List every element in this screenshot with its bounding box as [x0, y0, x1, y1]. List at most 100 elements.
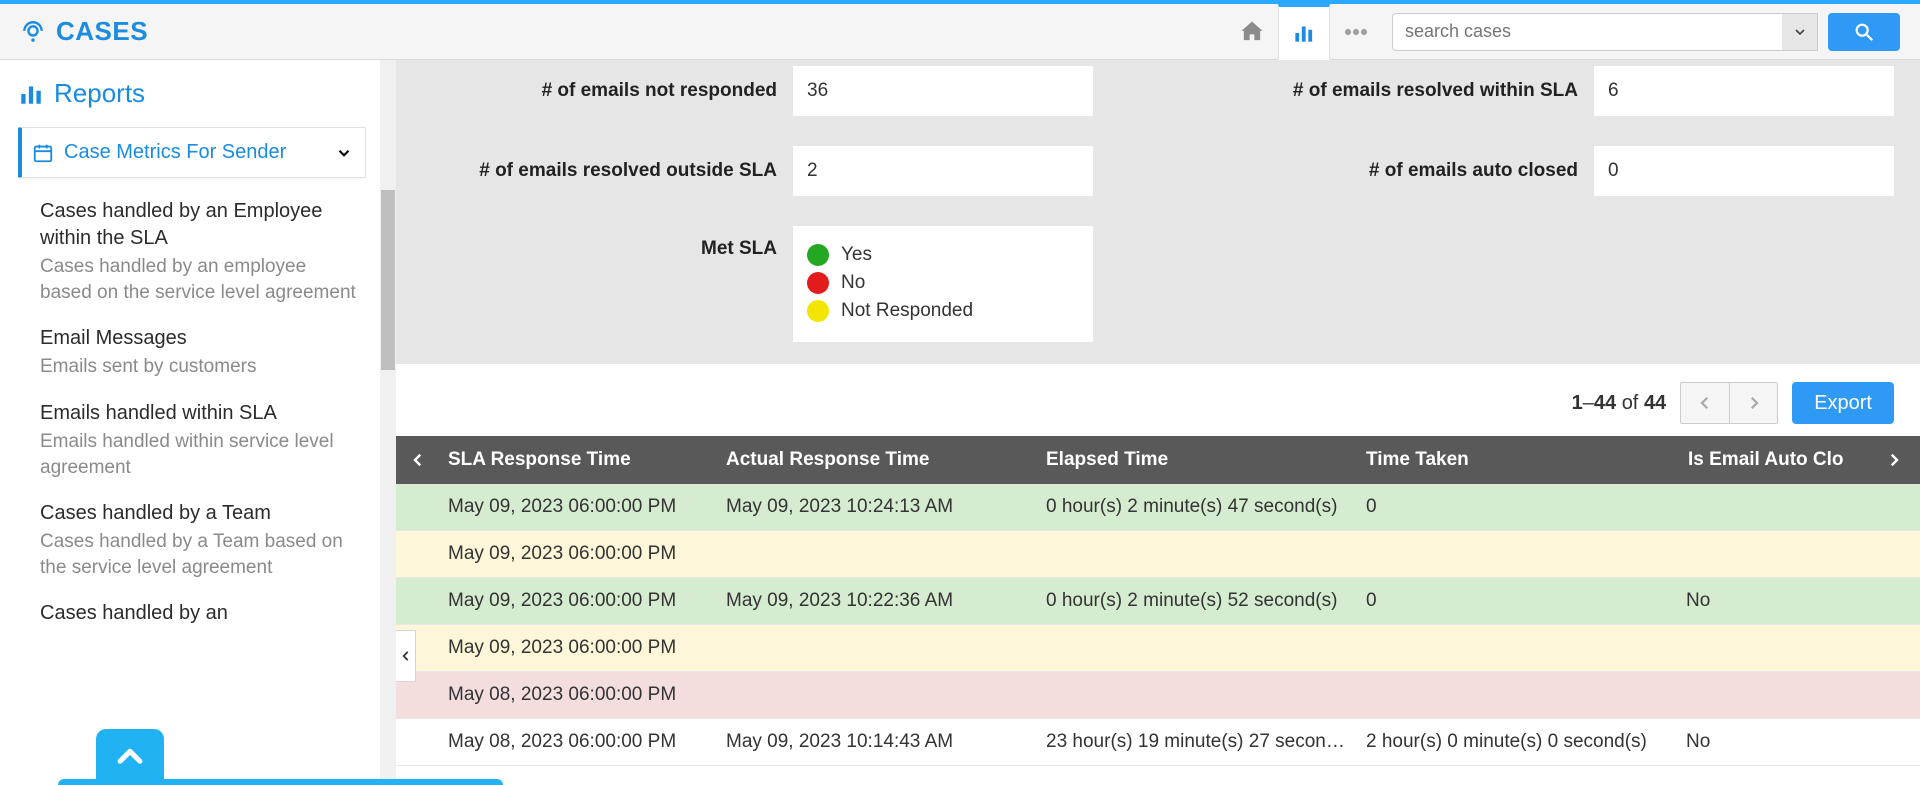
brand: CASES [20, 16, 148, 47]
cell-taken: 0 [1356, 496, 1676, 518]
sidebar-item[interactable]: Cases handled by an Employee within the … [18, 190, 366, 317]
export-button[interactable]: Export [1792, 382, 1894, 424]
cell-sla: May 09, 2023 06:00:00 PM [396, 543, 716, 565]
cell-actual: May 09, 2023 10:14:43 AM [716, 731, 1036, 753]
sidebar-item-title: Cases handled by a Team [40, 500, 362, 527]
search-scope-dropdown[interactable] [1782, 13, 1818, 51]
met-sla-legend: Yes No Not Responded [793, 226, 1093, 342]
table-scroll-right-button[interactable] [1876, 436, 1912, 484]
list-toolbar: 1–44 of 44 Export [396, 382, 1920, 436]
status-dot-icon [807, 272, 829, 294]
chevron-up-icon [113, 740, 147, 774]
home-button[interactable] [1226, 4, 1278, 60]
legend-entry: Yes [807, 244, 1079, 266]
cell-actual: May 09, 2023 10:22:36 AM [716, 590, 1036, 612]
pager-next-button[interactable] [1729, 383, 1777, 423]
sidebar-item-desc: Cases handled by a Team based on the ser… [40, 529, 362, 580]
ellipsis-icon [1340, 16, 1372, 48]
content: # of emails not responded 36 # of emails… [396, 60, 1920, 785]
results-area: 1–44 of 44 Export SLA Response Time Actu… [396, 364, 1920, 766]
table-scroll-left-button[interactable] [400, 436, 436, 484]
col-header-sla[interactable]: SLA Response Time [396, 449, 716, 471]
pager-prev-button[interactable] [1681, 383, 1729, 423]
metric-label-resolved-within-sla: # of emails resolved within SLA [1223, 80, 1594, 102]
metric-value-resolved-within-sla: 6 [1594, 66, 1894, 116]
status-dot-icon [807, 244, 829, 266]
expand-panel-button[interactable] [96, 729, 164, 785]
more-menu-button[interactable] [1330, 4, 1382, 60]
home-icon [1238, 18, 1266, 46]
cell-sla: May 09, 2023 06:00:00 PM [396, 637, 716, 659]
table-body: May 09, 2023 06:00:00 PMMay 09, 2023 10:… [396, 484, 1920, 766]
cell-taken: 0 [1356, 590, 1676, 612]
cell-elapsed: 0 hour(s) 2 minute(s) 52 second(s) [1036, 590, 1356, 612]
metrics-panel: # of emails not responded 36 # of emails… [396, 60, 1920, 364]
table-row[interactable]: May 09, 2023 06:00:00 PM [396, 531, 1920, 578]
col-header-actual[interactable]: Actual Response Time [716, 449, 1036, 471]
metric-value-resolved-outside-sla: 2 [793, 146, 1093, 196]
metric-label-resolved-outside-sla: # of emails resolved outside SLA [422, 160, 793, 182]
cell-sla: May 08, 2023 06:00:00 PM [396, 731, 716, 753]
metric-value-auto-closed: 0 [1594, 146, 1894, 196]
search-button[interactable] [1828, 13, 1900, 51]
table-row[interactable]: May 08, 2023 06:00:00 PM [396, 672, 1920, 719]
table-header: SLA Response Time Actual Response Time E… [396, 436, 1920, 484]
sidebar-item[interactable]: Email MessagesEmails sent by customers [18, 317, 366, 392]
sidebar-item-desc: Cases handled by an employee based on th… [40, 254, 362, 305]
table-row[interactable]: May 09, 2023 06:00:00 PMMay 09, 2023 10:… [396, 484, 1920, 531]
sidebar-section-title: Reports [18, 78, 366, 109]
search-input[interactable] [1392, 13, 1782, 51]
metric-label-not-responded: # of emails not responded [422, 80, 793, 102]
app-logo-icon [20, 19, 46, 45]
cell-taken: 2 hour(s) 0 minute(s) 0 second(s) [1356, 731, 1676, 753]
sidebar-scrollbar[interactable] [380, 60, 396, 785]
cell-sla: May 09, 2023 06:00:00 PM [396, 496, 716, 518]
collapse-sidebar-button[interactable] [396, 630, 416, 682]
sidebar-item-desc: Emails sent by customers [40, 354, 362, 380]
table-row[interactable]: May 09, 2023 06:00:00 PMMay 09, 2023 10:… [396, 578, 1920, 625]
reports-tab-button[interactable] [1278, 4, 1330, 60]
chevron-left-icon [1696, 394, 1714, 412]
bar-chart-icon [18, 81, 44, 107]
cell-actual: May 09, 2023 10:24:13 AM [716, 496, 1036, 518]
legend-label: Not Responded [841, 300, 973, 322]
sidebar-item-case-metrics-for-sender[interactable]: Case Metrics For Sender [18, 127, 366, 178]
sidebar-item-title: Cases handled by an [40, 600, 362, 627]
status-dot-icon [807, 300, 829, 322]
metric-value-not-responded: 36 [793, 66, 1093, 116]
cell-auto: No [1676, 590, 1920, 612]
search-group [1392, 13, 1900, 51]
sidebar-item[interactable]: Emails handled within SLAEmails handled … [18, 392, 366, 492]
chevron-left-icon [399, 649, 413, 663]
sidebar-item[interactable]: Cases handled by an [18, 592, 366, 639]
legend-label: No [841, 272, 865, 294]
pager-text: 1–44 of 44 [1572, 392, 1667, 415]
chevron-right-icon [1885, 451, 1903, 469]
topbar: CASES [0, 4, 1920, 60]
chevron-right-icon [1745, 394, 1763, 412]
sidebar-scroll-thumb[interactable] [381, 190, 395, 370]
table-row[interactable]: May 08, 2023 06:00:00 PMMay 09, 2023 10:… [396, 719, 1920, 766]
col-header-elapsed[interactable]: Elapsed Time [1036, 449, 1356, 471]
bar-chart-icon [1291, 20, 1317, 46]
sidebar-item-title: Email Messages [40, 325, 362, 352]
sidebar-item-label: Case Metrics For Sender [64, 140, 325, 165]
cell-auto: No [1676, 731, 1920, 753]
pager-buttons [1680, 382, 1778, 424]
sidebar-item-title: Cases handled by an Employee within the … [40, 198, 362, 252]
sidebar: Reports Case Metrics For Sender Cases ha… [0, 60, 396, 785]
calendar-icon [32, 142, 54, 164]
legend-label: Yes [841, 244, 872, 266]
table-row[interactable]: May 09, 2023 06:00:00 PM [396, 625, 1920, 672]
metric-label-met-sla: Met SLA [422, 226, 793, 260]
chevron-left-icon [409, 451, 427, 469]
metric-label-auto-closed: # of emails auto closed [1223, 160, 1594, 182]
chevron-down-icon [1792, 24, 1808, 40]
legend-entry: No [807, 272, 1079, 294]
cell-sla: May 09, 2023 06:00:00 PM [396, 590, 716, 612]
cell-elapsed: 23 hour(s) 19 minute(s) 27 second(s) [1036, 731, 1356, 753]
sidebar-item[interactable]: Cases handled by a TeamCases handled by … [18, 492, 366, 592]
sidebar-item-title: Emails handled within SLA [40, 400, 362, 427]
col-header-taken[interactable]: Time Taken [1356, 449, 1676, 471]
chevron-down-icon [335, 144, 353, 162]
